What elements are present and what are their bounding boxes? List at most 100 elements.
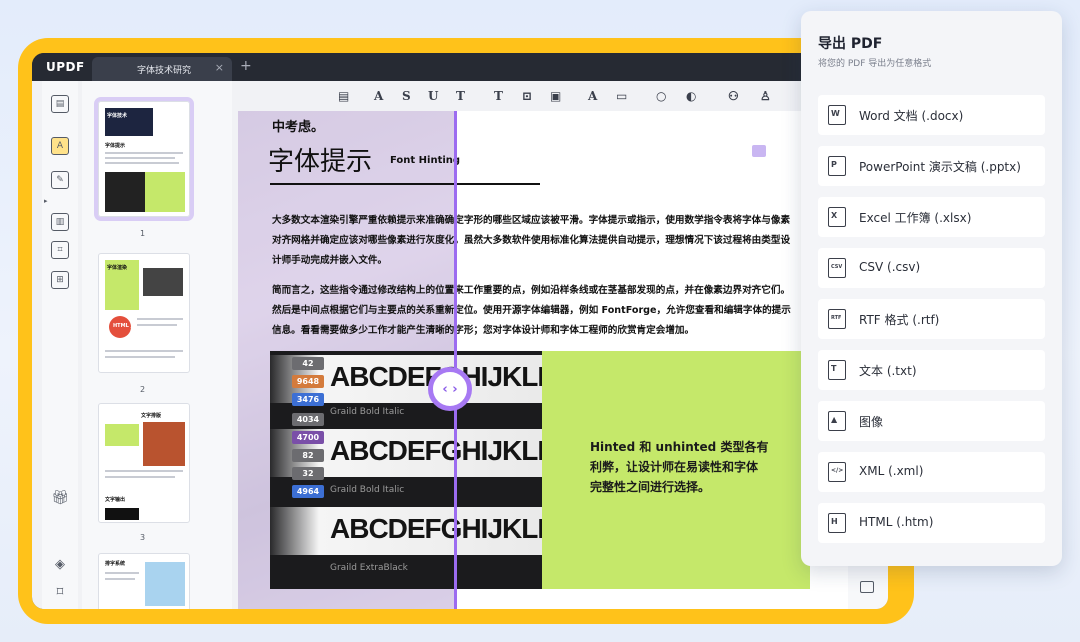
pencil-tool-icon[interactable]: A <box>588 89 597 103</box>
squiggly-tool-icon[interactable]: T <box>456 89 465 103</box>
shape-tool-icon[interactable]: ○ <box>656 89 666 103</box>
export-text-button[interactable]: T 文本 (.txt) <box>818 350 1045 390</box>
callout-text: Hinted 和 unhinted 类型各有 利弊，让设计师在易读性和字体 完整… <box>590 440 769 494</box>
export-excel-button[interactable]: X Excel 工作簿 (.xlsx) <box>818 197 1045 237</box>
page-thumbnail-1[interactable]: 字体技术 字体提示 <box>94 97 194 221</box>
excel-file-icon: X <box>828 207 846 227</box>
comment-mode-icon[interactable]: A <box>51 137 69 155</box>
tab-close-icon[interactable]: × <box>215 61 224 74</box>
powerpoint-file-icon: P <box>828 156 846 176</box>
number-tag: 3476 <box>292 393 324 406</box>
text-line: 计师手动完成并嵌入文件。 <box>272 255 388 266</box>
stamp-tool-icon[interactable]: ⚇ <box>728 89 739 103</box>
text-line: 然后是中间点根据它们与主要点的关系重新定位。使用开源字体编辑器，例如 FontF… <box>272 305 791 316</box>
green-callout: Hinted 和 unhinted 类型各有 利弊，让设计师在易读性和字体 完整… <box>542 351 810 589</box>
thumbnail-number: 2 <box>140 385 146 394</box>
highlight-tool-icon[interactable]: A <box>374 89 383 103</box>
bookmark-icon[interactable]: ⌑ <box>51 583 69 601</box>
strikethrough-tool-icon[interactable]: S <box>402 89 411 103</box>
csv-file-icon: CSV <box>828 258 846 278</box>
number-tag: 42 <box>292 357 324 370</box>
export-csv-button[interactable]: CSV CSV (.csv) <box>818 248 1045 288</box>
export-option-label: 图像 <box>859 415 884 429</box>
number-tag: 4034 <box>292 413 324 426</box>
form-icon[interactable]: ⊞ <box>51 271 69 289</box>
thumb-subtitle: 字体提示 <box>105 143 126 149</box>
annotation-toolbar: ▤ A S U T T ⊡ ▣ A ▭ ○ ◐ ⚇ ♙ <box>242 81 842 111</box>
xml-file-icon: </> <box>828 462 846 482</box>
export-option-label: Word 文档 (.docx) <box>859 109 964 123</box>
export-xml-button[interactable]: </> XML (.xml) <box>818 452 1045 492</box>
thumb-subtitle: 文字输出 <box>105 497 126 503</box>
eraser-tool-icon[interactable]: ▭ <box>616 89 627 103</box>
thumbnail-panel: 字体技术 字体提示 1 字体渲染 HTML 文本 2 文字排版 文字输出 3 排… <box>82 81 232 609</box>
app-logo: UPDF <box>46 60 85 74</box>
image-file-icon: ▲ <box>828 411 846 431</box>
heading-divider <box>270 183 540 185</box>
thumb-title: 字体渲染 <box>107 265 128 271</box>
organize-pages-icon[interactable]: ▥ <box>51 213 69 231</box>
reader-mode-icon[interactable]: ▤ <box>51 95 69 113</box>
export-option-label: CSV (.csv) <box>859 260 921 274</box>
export-option-label: PowerPoint 演示文稿 (.pptx) <box>859 160 1021 174</box>
number-tag: 4964 <box>292 485 324 498</box>
thumb-title: 文字排版 <box>141 413 162 419</box>
text-line: 大多数文本渲染引擎严重依赖提示来准确确定字形的哪些区域应该被平滑。字体提示或指示… <box>272 215 791 226</box>
crop-icon[interactable]: ⌗ <box>51 241 69 259</box>
page-thumbnail-4[interactable]: 排字系统 <box>98 553 190 609</box>
page-thumbnail-2[interactable]: 字体渲染 HTML 文本 <box>98 253 190 373</box>
gift-icon[interactable]: 🎁︎ <box>51 489 69 507</box>
thumb-title: 字体技术 <box>107 113 128 119</box>
comment-list-icon[interactable] <box>860 581 874 593</box>
sample-caption: Graild Bold Italic <box>330 485 405 495</box>
comment-note-icon[interactable] <box>752 145 766 157</box>
export-html-button[interactable]: H HTML (.htm) <box>818 503 1045 543</box>
thumbnail-number: 1 <box>140 229 146 238</box>
doc-heading-en: Font Hinting <box>390 155 461 166</box>
left-sidebar: ▤ ▸ A ✎ ▥ ⌗ ⊞ 🎁︎ ◈ ⌑ <box>42 81 78 609</box>
number-tag: 4700 <box>292 431 324 444</box>
html-file-icon: H <box>828 513 846 533</box>
edit-mode-icon[interactable]: ✎ <box>51 171 69 189</box>
text-callout-tool-icon[interactable]: ▣ <box>550 89 561 103</box>
compare-divider[interactable] <box>454 111 457 609</box>
number-tag: 9648 <box>292 375 324 388</box>
export-image-button[interactable]: ▲ 图像 <box>818 401 1045 441</box>
export-option-label: HTML (.htm) <box>859 515 934 529</box>
export-powerpoint-button[interactable]: P PowerPoint 演示文稿 (.pptx) <box>818 146 1045 186</box>
sample-row: ABCDEFGHIJKLMNO <box>270 507 542 555</box>
comment-tool-icon[interactable]: ▤ <box>338 89 349 103</box>
text-line: 对齐网格并确定应该对哪些像素进行灰度化。虽然大多数软件使用标准化算法提供自动提示… <box>272 235 791 246</box>
compare-slider-handle[interactable]: ‹ › <box>428 367 472 411</box>
thumb-title: 排字系统 <box>105 561 126 567</box>
signature-tool-icon[interactable]: ♙ <box>760 89 771 103</box>
title-bar: UPDF 字体技术研究 × + <box>32 53 888 81</box>
doc-top-line: 中考虑。 <box>272 120 325 135</box>
text-file-icon: T <box>828 360 846 380</box>
layers-icon[interactable]: ◈ <box>51 555 69 573</box>
text-line: 信息。看看需要做多少工作才能产生清晰的字形；您对字体设计师和字体工程师的欣赏肯定… <box>272 325 695 336</box>
active-indicator-icon: ▸ <box>44 197 48 205</box>
export-word-button[interactable]: W Word 文档 (.docx) <box>818 95 1045 135</box>
export-option-label: 文本 (.txt) <box>859 364 917 378</box>
underline-tool-icon[interactable]: U <box>428 89 438 103</box>
pdf-page: 中考虑。 字体提示 Font Hinting 大多数文本渲染引擎严重依赖提示来准… <box>238 111 848 609</box>
export-pdf-panel: 导出 PDF 将您的 PDF 导出为任意格式 W Word 文档 (.docx)… <box>801 11 1062 566</box>
export-option-label: RTF 格式 (.rtf) <box>859 313 940 327</box>
export-rtf-button[interactable]: RTF RTF 格式 (.rtf) <box>818 299 1045 339</box>
new-tab-icon[interactable]: + <box>240 59 252 73</box>
sample-caption: Graild Bold Italic <box>330 407 405 417</box>
doc-heading: 字体提示 <box>268 147 373 177</box>
page-thumbnail-3[interactable]: 文字排版 文字输出 <box>98 403 190 523</box>
text-tool-icon[interactable]: T <box>494 89 503 103</box>
font-sample-image: ABCDEFGHIJKLMNO Graild Bold Italic ABCDE… <box>270 351 542 589</box>
export-option-label: Excel 工作簿 (.xlsx) <box>859 211 972 225</box>
sample-caption: Graild ExtraBlack <box>330 563 408 573</box>
color-tool-icon[interactable]: ◐ <box>686 89 696 103</box>
rtf-file-icon: RTF <box>828 309 846 329</box>
paragraph-1: 大多数文本渲染引擎严重依赖提示来准确确定字形的哪些区域应该被平滑。字体提示或指示… <box>272 211 812 271</box>
textbox-tool-icon[interactable]: ⊡ <box>522 89 532 103</box>
document-tab[interactable]: 字体技术研究 × <box>92 57 232 81</box>
number-tag: 82 <box>292 449 324 462</box>
export-panel-title: 导出 PDF <box>818 36 883 52</box>
